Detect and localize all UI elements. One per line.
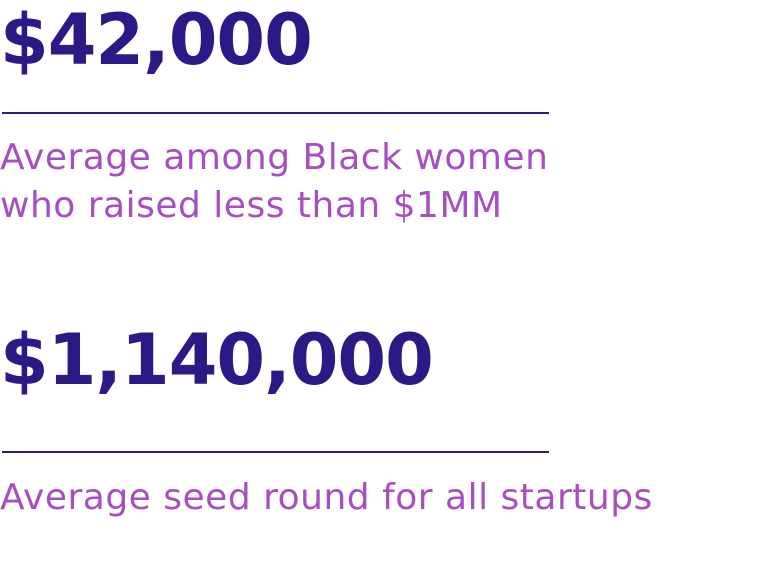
- stat-caption: Average among Black women who raised les…: [0, 134, 548, 230]
- stat-figure: $1,140,000: [0, 319, 434, 401]
- divider: [2, 112, 549, 114]
- stat-caption: Average seed round for all startups: [0, 474, 653, 522]
- stat-all-startups-seed-average: $1,140,000 Average seed round for all st…: [0, 319, 772, 518]
- caption-line: Average seed round for all startups: [0, 477, 653, 518]
- stat-black-women-average: $42,000 Average among Black women who ra…: [0, 0, 772, 226]
- stat-figure: $42,000: [0, 0, 313, 81]
- caption-line: Average among Black women: [0, 137, 549, 178]
- divider: [2, 451, 549, 453]
- caption-line: who raised less than $1MM: [0, 185, 503, 226]
